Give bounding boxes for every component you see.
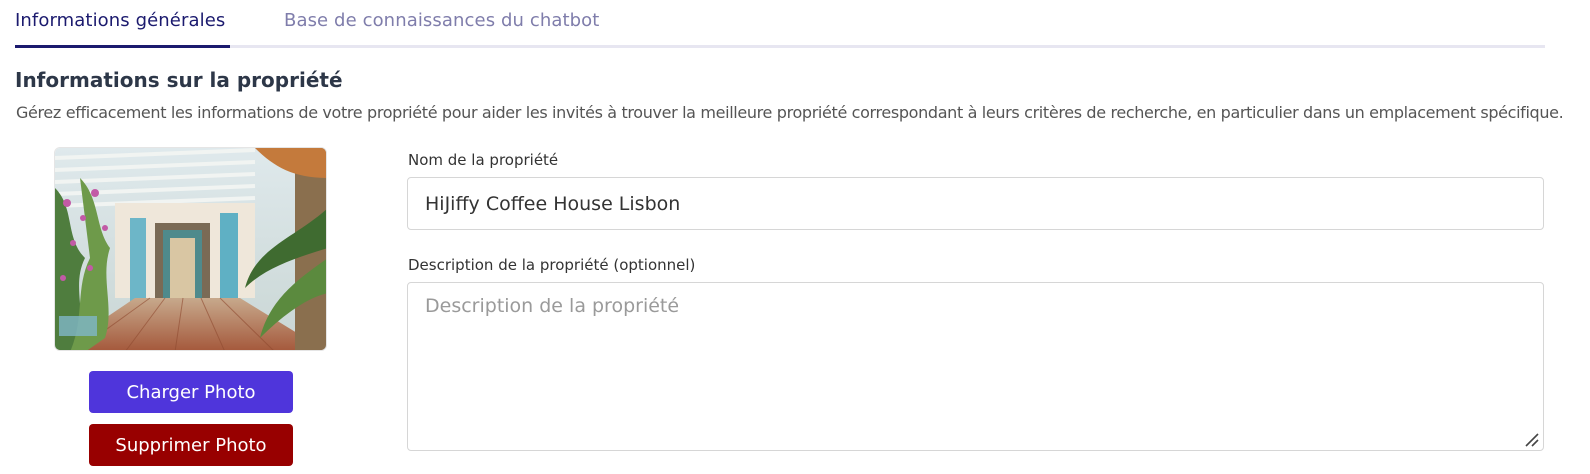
resize-handle-icon[interactable] (1524, 432, 1540, 448)
property-description-label: Description de la propriété (optionnel) (408, 256, 696, 274)
upload-photo-button[interactable]: Charger Photo (89, 371, 293, 413)
property-name-input[interactable] (407, 177, 1544, 230)
delete-photo-button[interactable]: Supprimer Photo (89, 424, 293, 466)
tab-bar: Informations générales Base de connaissa… (15, 0, 1545, 48)
active-tab-indicator (15, 45, 230, 48)
property-photo (54, 147, 327, 351)
tab-chatbot-knowledge-base[interactable]: Base de connaissances du chatbot (284, 10, 599, 31)
section-description: Gérez efficacement les informations de v… (16, 103, 1564, 122)
section-title: Informations sur la propriété (15, 68, 343, 92)
property-name-label: Nom de la propriété (408, 151, 559, 169)
property-description-textarea[interactable] (407, 282, 1544, 451)
tab-general-info[interactable]: Informations générales (15, 10, 225, 31)
